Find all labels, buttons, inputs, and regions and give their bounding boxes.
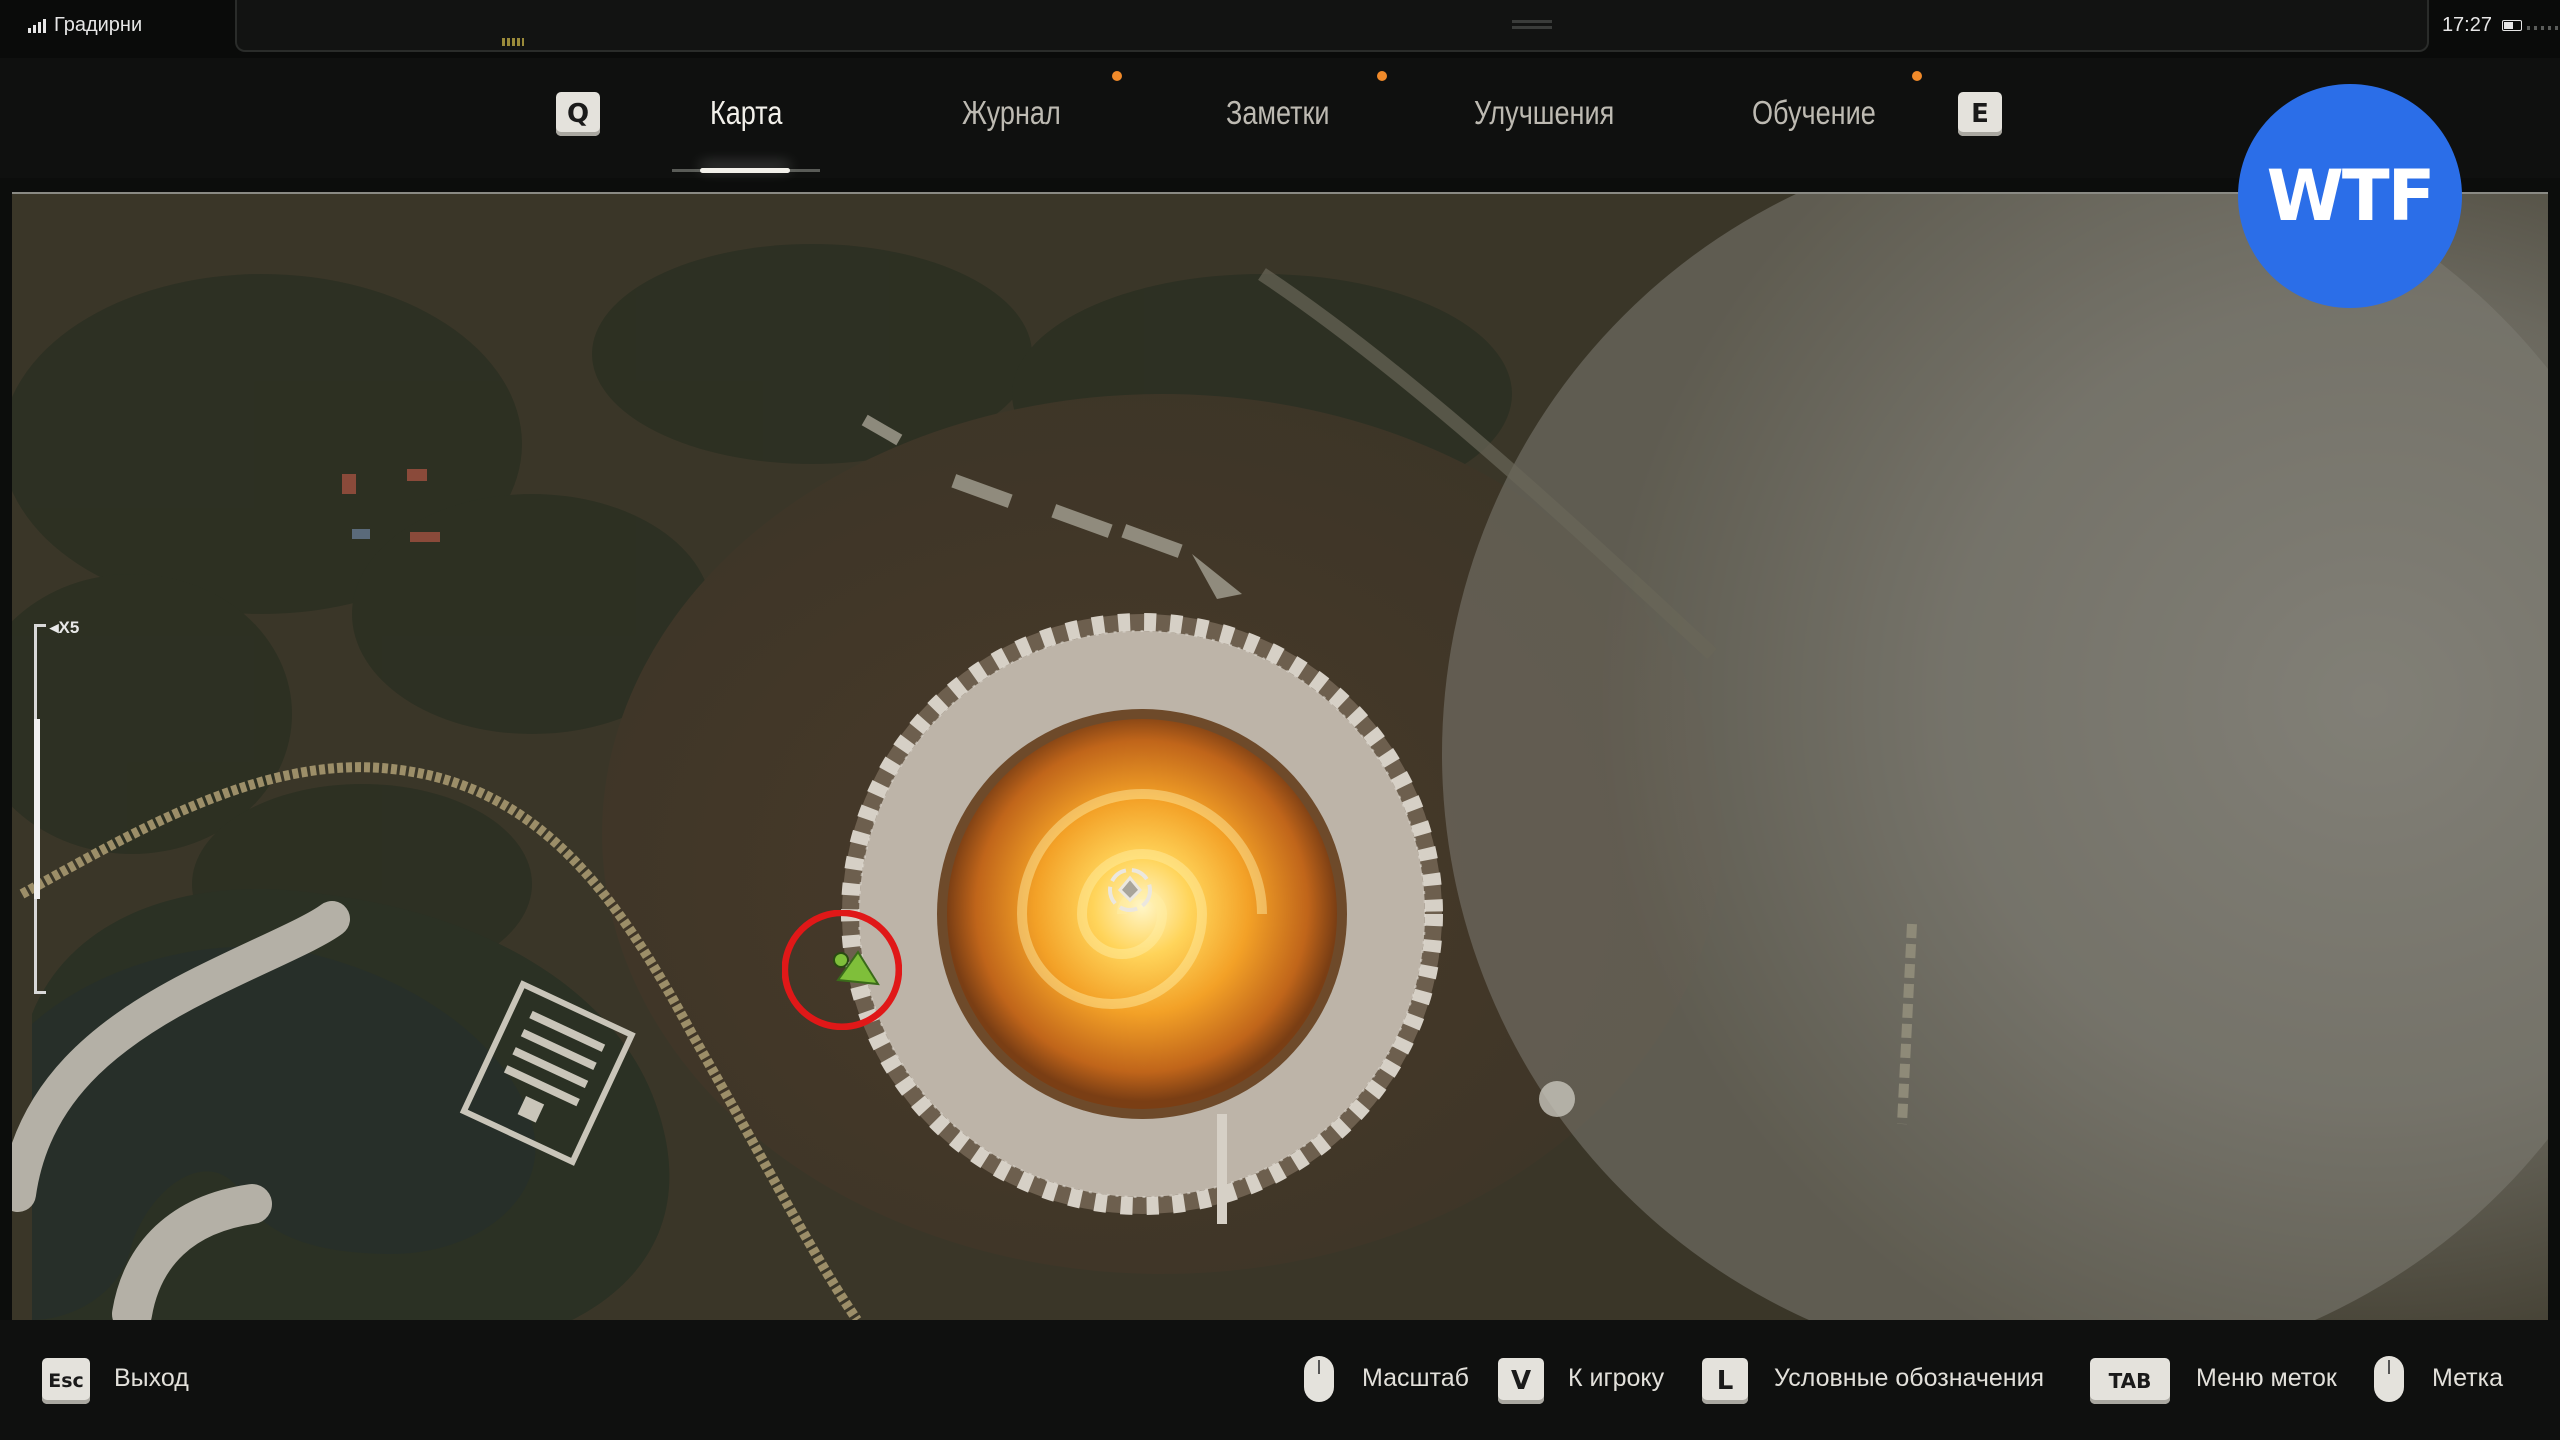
clock: 17:27 bbox=[2442, 14, 2522, 37]
legend-label[interactable]: Условные обозначения bbox=[1774, 1364, 2044, 1393]
mouse-click-icon bbox=[2374, 1356, 2404, 1402]
zoom-level: ◂X5 bbox=[50, 618, 80, 637]
tab-journal[interactable]: Журнал bbox=[962, 94, 1061, 132]
hud-frame bbox=[235, 0, 2560, 52]
mark-label[interactable]: Метка bbox=[2432, 1364, 2503, 1393]
status-bar: Градирни 17:27 bbox=[0, 0, 2560, 58]
zoom-scale-thumb[interactable] bbox=[34, 719, 40, 899]
next-tab-key[interactable]: E bbox=[1958, 92, 2002, 136]
player-marker-icon[interactable] bbox=[828, 946, 884, 990]
journal-notification-dot bbox=[1112, 71, 1122, 81]
location-name: Градирни bbox=[54, 14, 143, 36]
marks-menu-key[interactable]: TAB bbox=[2090, 1358, 2170, 1404]
map-terrain bbox=[12, 194, 2548, 1320]
location-indicator: Градирни bbox=[28, 14, 142, 37]
notes-notification-dot bbox=[1377, 71, 1387, 81]
anomaly-marker-icon[interactable] bbox=[1100, 860, 1160, 920]
to-player-key[interactable]: V bbox=[1498, 1358, 1544, 1404]
zoom-hint-label: Масштаб bbox=[1362, 1364, 1469, 1392]
frame-notch bbox=[1512, 20, 1552, 23]
zoom-level-text: X5 bbox=[58, 618, 80, 637]
to-player-label[interactable]: К игроку bbox=[1568, 1364, 1664, 1393]
frame-indicator bbox=[502, 38, 524, 46]
tab-notes[interactable]: Заметки bbox=[1226, 94, 1329, 132]
tutorial-notification-dot bbox=[1912, 71, 1922, 81]
exit-label[interactable]: Выход bbox=[114, 1364, 189, 1393]
time-text: 17:27 bbox=[2441, 14, 2492, 36]
map-view[interactable]: ◂X5 bbox=[12, 192, 2548, 1320]
signal-icon bbox=[28, 18, 46, 33]
tab-upgrades[interactable]: Улучшения bbox=[1474, 94, 1614, 132]
exit-key[interactable]: Esc bbox=[42, 1358, 90, 1404]
prev-tab-key[interactable]: Q bbox=[556, 92, 600, 136]
marks-menu-label[interactable]: Меню меток bbox=[2196, 1364, 2337, 1393]
tab-tutorial[interactable]: Обучение bbox=[1752, 94, 1876, 132]
frame-dots bbox=[2527, 26, 2560, 30]
battery-icon bbox=[2502, 20, 2522, 31]
legend-key[interactable]: L bbox=[1702, 1358, 1748, 1404]
tab-bar: Q Карта Журнал Заметки Улучшения Обучени… bbox=[0, 58, 2560, 178]
watermark-badge: WTF bbox=[2238, 84, 2462, 308]
active-tab-underline bbox=[672, 168, 820, 173]
hint-bar: Esc Выход Масштаб V К игроку L Условные … bbox=[0, 1320, 2560, 1440]
mouse-scroll-icon bbox=[1304, 1356, 1334, 1402]
watermark-text: WTF bbox=[2266, 155, 2436, 237]
tab-map[interactable]: Карта bbox=[710, 94, 782, 132]
